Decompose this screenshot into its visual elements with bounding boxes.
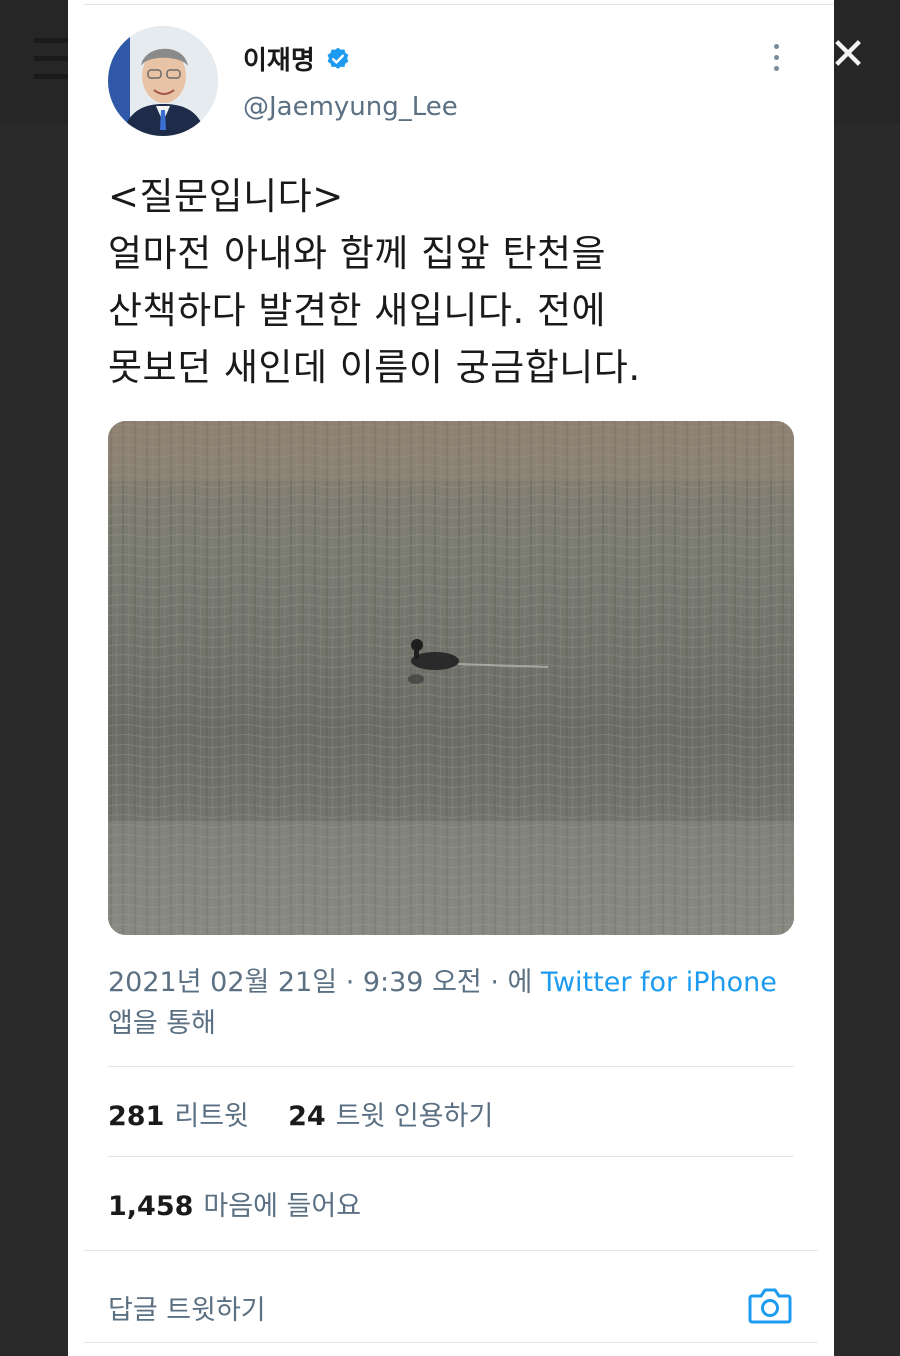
divider [84,4,834,5]
tweet-meta: 2021년 02월 21일 · 9:39 오전 · 에 Twitter for … [108,962,808,1044]
reply-input[interactable]: 답글 트윗하기 [108,1288,266,1327]
retweets-label: 리트윗 [174,1101,249,1132]
menu-icon[interactable] [34,38,68,84]
retweet-stats[interactable]: 281 리트윗 24 트윗 인용하기 [108,1094,493,1133]
likes-count: 1,458 [108,1191,194,1222]
close-icon[interactable]: ✕ [828,33,868,77]
tweet-source-suffix: 앱을 통해 [108,1008,216,1039]
author-handle[interactable]: @Jaemyung_Lee [243,92,458,122]
author-name[interactable]: 이재명 [243,40,351,77]
more-vertical-icon[interactable] [768,44,784,74]
likes-stats[interactable]: 1,458 마음에 들어요 [108,1184,361,1223]
tweet-text: <질문입니다> 얼마전 아내와 함께 집앞 탄천을 산책하다 발견한 새입니다.… [108,168,798,396]
divider [108,1066,794,1067]
tweet-source-link[interactable]: Twitter for iPhone [541,967,777,998]
tweet-text-line: 못보던 새인데 이름이 궁금합니다. [108,346,641,389]
quotes-label: 트윗 인용하기 [335,1101,494,1132]
likes-label: 마음에 들어요 [203,1191,362,1222]
camera-icon[interactable] [748,1285,792,1325]
tweet-photo[interactable] [108,421,794,935]
retweets-count: 281 [108,1101,165,1132]
tweet-text-line: <질문입니다> [108,175,344,218]
tweet-timestamp[interactable]: 2021년 02월 21일 · 9:39 오전 · 에 [108,967,541,998]
divider [84,1342,818,1343]
verified-badge-icon [327,47,349,69]
divider [84,1250,818,1251]
tweet-text-line: 산책하다 발견한 새입니다. 전에 [108,289,607,332]
tweet-card: 이재명 @Jaemyung_Lee <질문입니다> 얼마전 아내와 함께 집앞 … [68,0,834,1356]
divider [108,1156,794,1157]
quotes-count: 24 [288,1101,326,1132]
tweet-text-line: 얼마전 아내와 함께 집앞 탄천을 [108,232,607,275]
avatar[interactable] [108,26,218,136]
author-name-text: 이재명 [243,46,315,76]
